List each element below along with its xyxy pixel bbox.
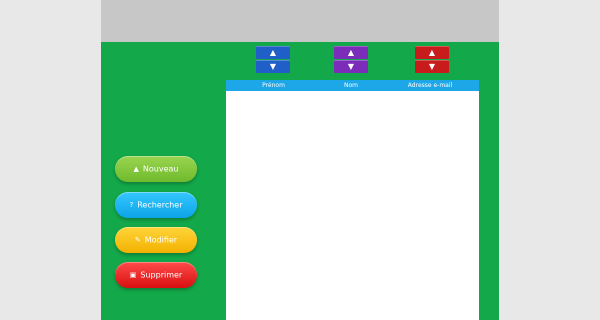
nouveau-button[interactable]: ▲ Nouveau	[115, 156, 197, 182]
contacts-list-header: Prénom Nom Adresse e-mail	[226, 80, 479, 91]
search-icon: ?	[129, 201, 134, 209]
nouveau-button-label: Nouveau	[142, 164, 179, 174]
sort-nom-down-button[interactable]: ▼	[334, 60, 368, 73]
supprimer-button-label: Supprimer	[140, 270, 183, 280]
sort-prenom-down-button[interactable]: ▼	[256, 60, 290, 73]
column-header-prenom[interactable]: Prénom	[226, 80, 321, 91]
sort-email-down-button[interactable]: ▼	[415, 60, 449, 73]
rechercher-button[interactable]: ? Rechercher	[115, 192, 197, 218]
sort-nom-up-button[interactable]: ▲	[334, 46, 368, 59]
column-header-email[interactable]: Adresse e-mail	[381, 80, 479, 91]
sort-controls-nom: ▲ ▼	[334, 46, 368, 74]
sort-prenom-up-button[interactable]: ▲	[256, 46, 290, 59]
edit-icon: ✎	[134, 236, 141, 244]
sort-controls-email: ▲ ▼	[415, 46, 449, 74]
column-header-nom[interactable]: Nom	[321, 80, 381, 91]
modifier-button-label: Modifier	[144, 235, 178, 245]
screenshot-viewport: ▲ ▼ ▲ ▼ ▲ ▼ Prénom Nom Adresse e-mail ▲ N…	[0, 0, 600, 320]
rechercher-button-label: Rechercher	[137, 200, 183, 210]
contact-manager-window: ▲ ▼ ▲ ▼ ▲ ▼ Prénom Nom Adresse e-mail ▲ N…	[101, 0, 499, 320]
plus-arrow-icon: ▲	[133, 165, 139, 173]
top-bar	[101, 0, 499, 42]
delete-icon: ▣	[129, 271, 137, 279]
sort-email-up-button[interactable]: ▲	[415, 46, 449, 59]
sort-controls-prenom: ▲ ▼	[256, 46, 290, 74]
contacts-list-panel[interactable]: Prénom Nom Adresse e-mail	[226, 80, 479, 320]
modifier-button[interactable]: ✎ Modifier	[115, 227, 197, 253]
supprimer-button[interactable]: ▣ Supprimer	[115, 262, 197, 288]
